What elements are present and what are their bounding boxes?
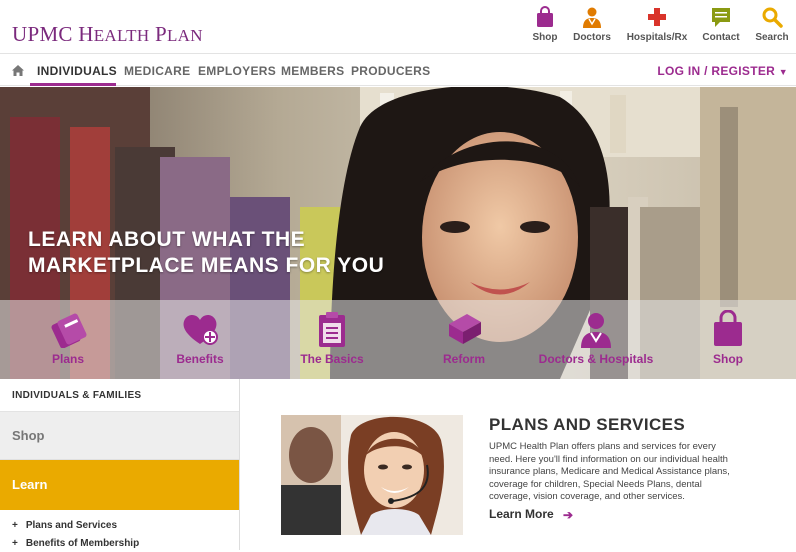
- quick-link-plans[interactable]: Plans: [8, 310, 128, 366]
- nav-employers[interactable]: EMPLOYERS: [198, 64, 276, 78]
- chevron-down-icon: ▼: [778, 67, 788, 77]
- hero-title: LEARN ABOUT WHAT THE MARKETPLACE MEANS F…: [28, 227, 384, 279]
- nav-individuals[interactable]: INDIVIDUALS: [37, 64, 117, 78]
- quick-link-reform-label: Reform: [442, 352, 485, 366]
- quick-links-bar: Plans Benefits The Basics Reform Doctors…: [0, 300, 796, 379]
- login-register-label: LOG IN / REGISTER: [657, 64, 776, 78]
- cards-icon: [51, 313, 87, 348]
- home-icon[interactable]: [12, 65, 24, 76]
- utility-shop-label: Shop: [532, 32, 558, 43]
- medical-cross-icon: [648, 8, 666, 26]
- plus-icon: +: [12, 538, 18, 549]
- book-icon: [449, 314, 481, 344]
- nav-medicare[interactable]: MEDICARE: [124, 64, 190, 78]
- quick-link-shop[interactable]: Shop: [668, 310, 788, 366]
- site-header: UPMC HEALTH PLAN Shop Doctors Hospitals/…: [0, 0, 796, 54]
- learn-more-link[interactable]: Learn More: [489, 507, 554, 521]
- utility-contact-label: Contact: [702, 32, 740, 43]
- shopping-bag-icon: [714, 310, 742, 346]
- quick-link-doctors-hospitals-label: Doctors & Hospitals: [538, 352, 654, 366]
- sidebar-subitem-benefits-label: Benefits of Membership: [25, 538, 140, 549]
- utility-doctors[interactable]: Doctors: [560, 6, 624, 43]
- hero-banner[interactable]: LEARN ABOUT WHAT THE MARKETPLACE MEANS F…: [0, 87, 796, 379]
- quick-link-basics-label: The Basics: [300, 352, 364, 366]
- search-icon: [762, 7, 783, 28]
- sidebar-heading: INDIVIDUALS & FAMILIES: [0, 379, 239, 412]
- utility-doctors-label: Doctors: [573, 32, 611, 43]
- utility-hospitals-label: Hospitals/Rx: [626, 32, 688, 43]
- quick-link-benefits[interactable]: Benefits: [140, 310, 260, 366]
- nav-members[interactable]: MEMBERS: [281, 64, 344, 78]
- chat-icon: [712, 8, 730, 27]
- sidebar-subitem-benefits[interactable]: + Benefits of Membership: [0, 534, 239, 552]
- utility-search[interactable]: Search: [740, 6, 796, 43]
- hero-title-line2: MARKETPLACE MEANS FOR YOU: [28, 254, 385, 277]
- customer-service-image: [281, 415, 463, 535]
- hero-title-line1: LEARN ABOUT WHAT THE: [28, 228, 306, 251]
- upmc-logo[interactable]: UPMC HEALTH PLAN: [12, 22, 203, 47]
- arrow-right-icon[interactable]: ➔: [563, 508, 573, 522]
- sidebar: INDIVIDUALS & FAMILIES Shop Learn + Plans…: [0, 379, 240, 550]
- clipboard-icon: [319, 312, 345, 347]
- plus-icon: +: [12, 520, 18, 531]
- active-nav-indicator: [30, 83, 116, 86]
- quick-link-doctors-hospitals[interactable]: Doctors & Hospitals: [536, 310, 656, 366]
- heart-plus-icon: [183, 314, 218, 345]
- utility-hospitals[interactable]: Hospitals/Rx: [625, 6, 689, 43]
- sidebar-subitem-plans[interactable]: + Plans and Services: [0, 516, 239, 534]
- sidebar-item-learn[interactable]: Learn: [0, 460, 239, 510]
- section-title: PLANS AND SERVICES: [489, 415, 686, 434]
- utility-search-label: Search: [755, 32, 789, 43]
- sidebar-subitem-plans-label: Plans and Services: [25, 520, 118, 531]
- customer-service-photo: [281, 415, 463, 535]
- quick-link-shop-label: Shop: [713, 352, 743, 366]
- main-nav: INDIVIDUALS MEDICARE EMPLOYERS MEMBERS P…: [0, 55, 796, 86]
- quick-link-basics[interactable]: The Basics: [272, 310, 392, 366]
- quick-link-reform[interactable]: Reform: [404, 310, 524, 366]
- quick-link-benefits-label: Benefits: [176, 352, 224, 366]
- nav-producers[interactable]: PRODUCERS: [351, 64, 430, 78]
- shopping-bag-icon: [537, 6, 553, 27]
- doctor-icon: [583, 7, 601, 28]
- quick-link-plans-label: Plans: [51, 352, 84, 366]
- doctor-icon: [581, 313, 611, 348]
- login-register-link[interactable]: LOG IN / REGISTER ▼: [657, 64, 788, 78]
- main-content: PLANS AND SERVICES UPMC Health Plan offe…: [241, 379, 796, 550]
- section-body: UPMC Health Plan offers plans and servic…: [489, 441, 730, 502]
- sidebar-item-shop[interactable]: Shop: [0, 412, 239, 460]
